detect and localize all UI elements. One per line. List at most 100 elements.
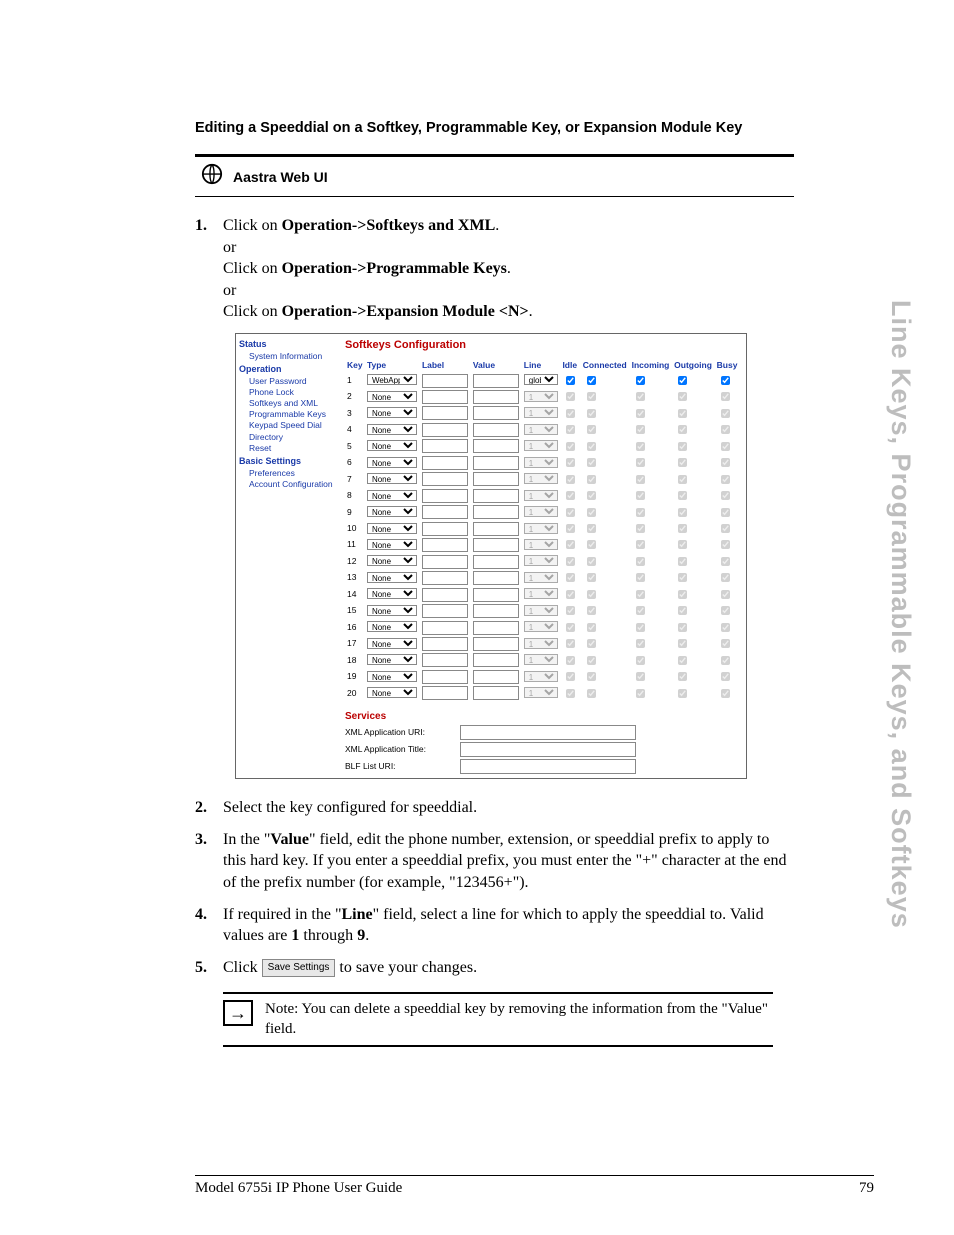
state-checkbox[interactable]	[678, 540, 687, 549]
state-checkbox[interactable]	[636, 656, 645, 665]
state-checkbox[interactable]	[636, 425, 645, 434]
line-select[interactable]: global	[524, 374, 558, 385]
label-input[interactable]	[422, 489, 468, 503]
state-checkbox[interactable]	[678, 392, 687, 401]
state-checkbox[interactable]	[587, 672, 596, 681]
state-checkbox[interactable]	[636, 606, 645, 615]
state-checkbox[interactable]	[636, 392, 645, 401]
state-checkbox[interactable]	[587, 442, 596, 451]
state-checkbox[interactable]	[721, 672, 730, 681]
value-input[interactable]	[473, 670, 519, 684]
state-checkbox[interactable]	[678, 458, 687, 467]
label-input[interactable]	[422, 670, 468, 684]
value-input[interactable]	[473, 423, 519, 437]
state-checkbox[interactable]	[566, 392, 575, 401]
line-select[interactable]: 1	[524, 555, 558, 566]
state-checkbox[interactable]	[636, 689, 645, 698]
label-input[interactable]	[422, 456, 468, 470]
value-input[interactable]	[473, 522, 519, 536]
save-settings-button[interactable]: Save Settings	[262, 959, 336, 977]
state-checkbox[interactable]	[678, 557, 687, 566]
state-checkbox[interactable]	[587, 557, 596, 566]
line-select[interactable]: 1	[524, 440, 558, 451]
type-select[interactable]: None	[367, 555, 417, 566]
state-checkbox[interactable]	[721, 425, 730, 434]
value-input[interactable]	[473, 390, 519, 404]
type-select[interactable]: None	[367, 671, 417, 682]
type-select[interactable]: None	[367, 605, 417, 616]
state-checkbox[interactable]	[678, 409, 687, 418]
type-select[interactable]: None	[367, 621, 417, 632]
label-input[interactable]	[422, 637, 468, 651]
state-checkbox[interactable]	[678, 475, 687, 484]
state-checkbox[interactable]	[587, 475, 596, 484]
type-select[interactable]: WebApps	[367, 374, 417, 385]
line-select[interactable]: 1	[524, 654, 558, 665]
label-input[interactable]	[422, 406, 468, 420]
state-checkbox[interactable]	[636, 475, 645, 484]
state-checkbox[interactable]	[566, 573, 575, 582]
state-checkbox[interactable]	[721, 590, 730, 599]
state-checkbox[interactable]	[678, 524, 687, 533]
state-checkbox[interactable]	[636, 573, 645, 582]
state-checkbox[interactable]	[587, 425, 596, 434]
nav-item[interactable]: Directory	[249, 432, 339, 443]
line-select[interactable]: 1	[524, 391, 558, 402]
line-select[interactable]: 1	[524, 523, 558, 534]
state-checkbox[interactable]	[678, 590, 687, 599]
state-checkbox[interactable]	[587, 540, 596, 549]
state-checkbox[interactable]	[566, 689, 575, 698]
state-checkbox[interactable]	[566, 656, 575, 665]
state-checkbox[interactable]	[721, 606, 730, 615]
state-checkbox[interactable]	[636, 376, 645, 385]
label-input[interactable]	[422, 538, 468, 552]
state-checkbox[interactable]	[678, 623, 687, 632]
line-select[interactable]: 1	[524, 687, 558, 698]
state-checkbox[interactable]	[566, 491, 575, 500]
type-select[interactable]: None	[367, 490, 417, 501]
state-checkbox[interactable]	[721, 689, 730, 698]
state-checkbox[interactable]	[587, 524, 596, 533]
type-select[interactable]: None	[367, 506, 417, 517]
type-select[interactable]: None	[367, 654, 417, 665]
state-checkbox[interactable]	[587, 656, 596, 665]
state-checkbox[interactable]	[566, 376, 575, 385]
state-checkbox[interactable]	[678, 376, 687, 385]
state-checkbox[interactable]	[721, 573, 730, 582]
nav-item[interactable]: User Password	[249, 376, 339, 387]
state-checkbox[interactable]	[566, 409, 575, 418]
state-checkbox[interactable]	[721, 475, 730, 484]
state-checkbox[interactable]	[587, 392, 596, 401]
state-checkbox[interactable]	[721, 656, 730, 665]
type-select[interactable]: None	[367, 473, 417, 484]
state-checkbox[interactable]	[636, 442, 645, 451]
nav-item[interactable]: Account Configuration	[249, 479, 339, 490]
value-input[interactable]	[473, 374, 519, 388]
state-checkbox[interactable]	[636, 409, 645, 418]
state-checkbox[interactable]	[678, 508, 687, 517]
line-select[interactable]: 1	[524, 588, 558, 599]
state-checkbox[interactable]	[587, 376, 596, 385]
line-select[interactable]: 1	[524, 621, 558, 632]
value-input[interactable]	[473, 653, 519, 667]
state-checkbox[interactable]	[587, 409, 596, 418]
label-input[interactable]	[422, 604, 468, 618]
type-select[interactable]: None	[367, 523, 417, 534]
service-input[interactable]	[460, 725, 636, 740]
line-select[interactable]: 1	[524, 407, 558, 418]
value-input[interactable]	[473, 439, 519, 453]
type-select[interactable]: None	[367, 457, 417, 468]
state-checkbox[interactable]	[678, 689, 687, 698]
state-checkbox[interactable]	[636, 590, 645, 599]
state-checkbox[interactable]	[678, 639, 687, 648]
state-checkbox[interactable]	[566, 672, 575, 681]
value-input[interactable]	[473, 555, 519, 569]
label-input[interactable]	[422, 555, 468, 569]
type-select[interactable]: None	[367, 440, 417, 451]
value-input[interactable]	[473, 604, 519, 618]
nav-item[interactable]: Programmable Keys	[249, 409, 339, 420]
state-checkbox[interactable]	[678, 672, 687, 681]
value-input[interactable]	[473, 637, 519, 651]
nav-item[interactable]: Preferences	[249, 468, 339, 479]
type-select[interactable]: None	[367, 391, 417, 402]
